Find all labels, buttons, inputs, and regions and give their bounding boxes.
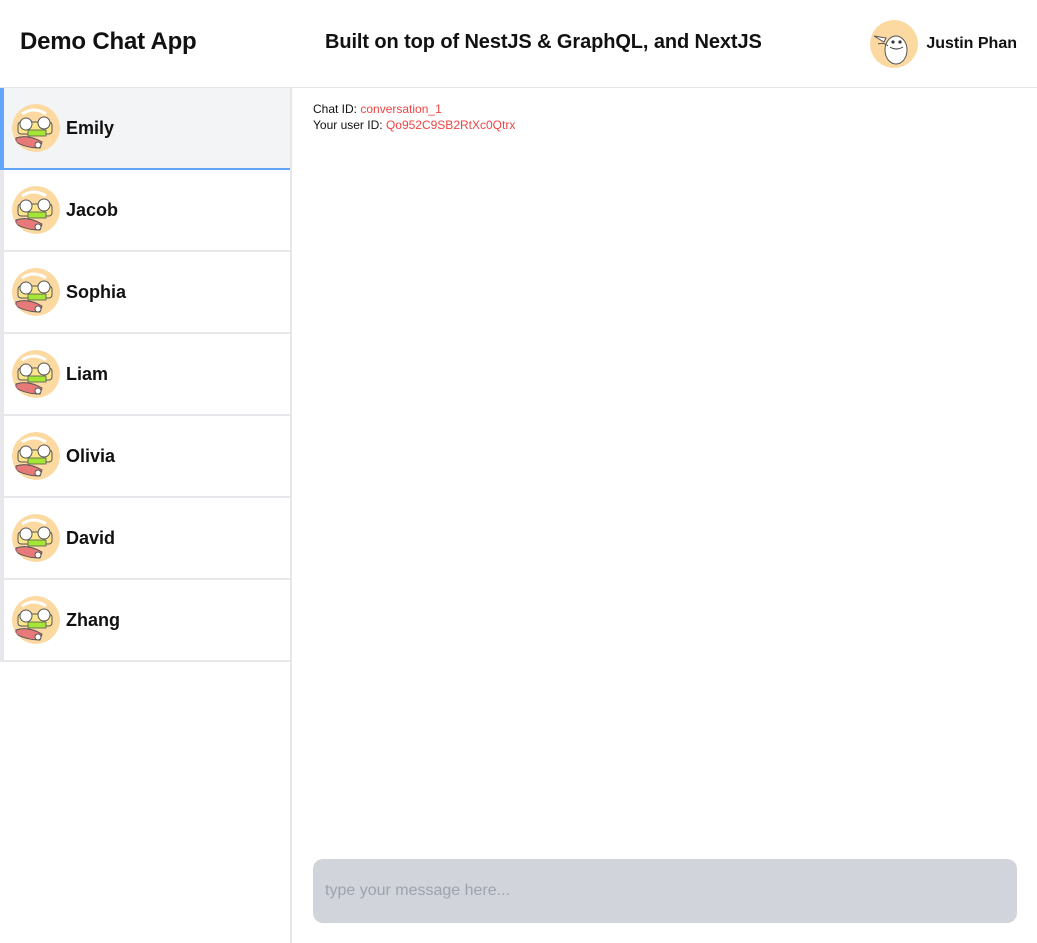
chat-id-line: Chat ID: conversation_1	[313, 101, 515, 117]
user-id-value: Qo952C9SB2RtXc0Qtrx	[385, 118, 516, 132]
app-title: Demo Chat App	[20, 28, 197, 55]
conversation-name: Zhang	[66, 609, 120, 630]
conversation-name: Emily	[66, 117, 115, 138]
duck-avatar-icon	[870, 20, 919, 68]
chat-id-value: conversation_1	[360, 102, 442, 116]
conversation-item-jacob[interactable]: Jacob	[0, 170, 290, 252]
cartoon-avatar-icon	[12, 104, 60, 152]
chat-panel: Chat ID: conversation_1 Your user ID: Qo…	[292, 88, 1037, 943]
top-header: Demo Chat App Built on top of NestJS & G…	[0, 0, 1037, 88]
conversation-name: David	[66, 527, 116, 548]
conversation-item-liam[interactable]: Liam	[0, 334, 290, 416]
user-id-line: Your user ID: Qo952C9SB2RtXc0Qtrx	[313, 117, 515, 133]
conversation-item-zhang[interactable]: Zhang	[0, 580, 290, 662]
conversation-item-emily[interactable]: Emily	[0, 88, 290, 170]
cartoon-avatar-icon	[12, 514, 60, 562]
cartoon-avatar-icon	[12, 186, 60, 234]
user-id-label: Your user ID:	[313, 118, 383, 132]
conversation-name: Liam	[66, 363, 109, 384]
chat-info: Chat ID: conversation_1 Your user ID: Qo…	[313, 101, 515, 133]
conversation-item-olivia[interactable]: Olivia	[0, 416, 290, 498]
conversation-name: Jacob	[66, 199, 119, 220]
conversation-name: Sophia	[66, 281, 127, 302]
current-user-name: Justin Phan	[926, 35, 1017, 52]
header-tagline: Built on top of NestJS & GraphQL, and Ne…	[325, 31, 762, 53]
conversation-item-david[interactable]: David	[0, 498, 290, 580]
current-user[interactable]: Justin Phan	[870, 20, 1017, 68]
conversation-list: Emily Jacob Sophia Liam Olivia David Zha…	[0, 88, 292, 943]
chat-id-label: Chat ID:	[313, 102, 358, 116]
cartoon-avatar-icon	[12, 268, 60, 316]
message-composer	[313, 859, 1017, 923]
chat-app: Demo Chat App Built on top of NestJS & G…	[0, 0, 1037, 943]
cartoon-avatar-icon	[12, 596, 60, 644]
conversation-item-sophia[interactable]: Sophia	[0, 252, 290, 334]
cartoon-avatar-icon	[12, 432, 60, 480]
conversation-name: Olivia	[66, 445, 116, 466]
cartoon-avatar-icon	[12, 350, 60, 398]
message-input[interactable]	[313, 859, 1017, 923]
